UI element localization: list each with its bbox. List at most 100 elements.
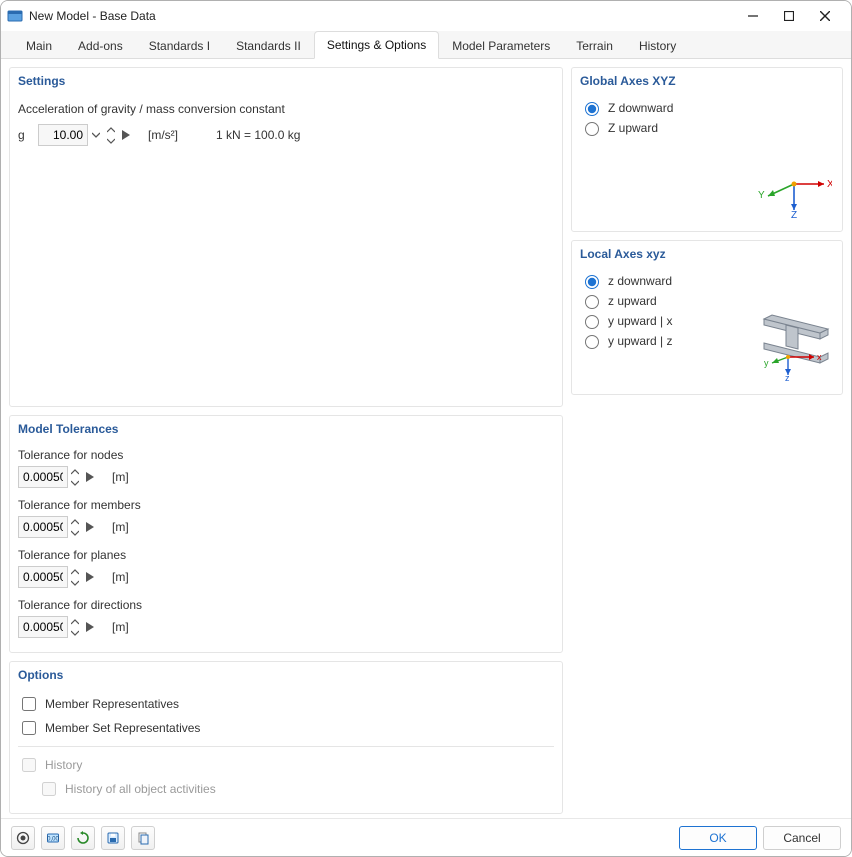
gravity-symbol: g [18,128,30,142]
panel-options-title: Options [10,662,562,686]
panel-global-axes-title: Global Axes XYZ [572,68,842,92]
tolerance-item: Tolerance for nodes [m] [18,448,554,488]
option-member-set-reps[interactable]: Member Set Representatives [18,718,554,738]
tolerance-spinner[interactable] [68,516,82,538]
tolerance-input-group [18,516,98,538]
separator [18,746,554,747]
radio-input-lz-downward[interactable] [585,275,599,289]
panel-settings-title: Settings [10,68,562,92]
option-history: History [18,755,554,775]
tolerance-input[interactable] [18,566,68,588]
option-member-reps[interactable]: Member Representatives [18,694,554,714]
maximize-button[interactable] [771,1,807,31]
window-title: New Model - Base Data [29,9,156,23]
option-history-all: History of all object activities [18,779,554,799]
panel-settings: Settings Acceleration of gravity / mass … [9,67,563,407]
tolerance-item: Tolerance for members [m] [18,498,554,538]
gravity-spinner[interactable] [104,124,118,146]
radio-lz-upward[interactable]: z upward [580,292,834,309]
save-default-button[interactable] [101,826,125,850]
panel-local-axes-title: Local Axes xyz [572,241,842,265]
copy-button[interactable] [131,826,155,850]
tolerance-input-group [18,466,98,488]
checkbox-history [22,758,36,772]
global-axes-icon: X Y Z [754,166,832,221]
play-icon[interactable] [82,516,98,538]
tolerance-unit: [m] [112,470,129,484]
tab-terrain[interactable]: Terrain [563,32,626,59]
radio-z-downward[interactable]: Z downward [580,99,834,116]
tolerance-unit: [m] [112,520,129,534]
radio-lz-downward[interactable]: z downward [580,272,834,289]
reset-button[interactable] [71,826,95,850]
tolerance-label: Tolerance for members [18,498,554,512]
tolerance-input-group [18,566,98,588]
checkbox-member-set-reps[interactable] [22,721,36,735]
play-icon[interactable] [82,566,98,588]
svg-text:Z: Z [791,210,797,218]
tab-history[interactable]: History [626,32,689,59]
tab-model-parameters[interactable]: Model Parameters [439,32,563,59]
ok-button[interactable]: OK [679,826,757,850]
panel-global-axes: Global Axes XYZ Z downward Z upward [571,67,843,232]
gravity-input[interactable] [38,124,88,146]
svg-text:Y: Y [758,190,765,201]
tolerance-unit: [m] [112,620,129,634]
cancel-button[interactable]: Cancel [763,826,841,850]
svg-text:X: X [827,179,832,190]
dialog-footer: 0,00 OK Cancel [1,818,851,856]
tolerance-label: Tolerance for directions [18,598,554,612]
tab-main[interactable]: Main [13,32,65,59]
tolerance-input-group [18,616,98,638]
tolerance-label: Tolerance for planes [18,548,554,562]
gravity-input-group [38,124,134,146]
tolerance-item: Tolerance for planes [m] [18,548,554,588]
tabs-row: Main Add-ons Standards I Standards II Se… [1,31,851,59]
gravity-label: Acceleration of gravity / mass conversio… [18,102,554,116]
svg-text:0,00: 0,00 [47,836,59,842]
tolerance-input[interactable] [18,616,68,638]
play-icon[interactable] [118,124,134,146]
radio-input-z-upward[interactable] [585,122,599,136]
gravity-unit: [m/s²] [148,128,178,142]
checkbox-member-reps[interactable] [22,697,36,711]
close-button[interactable] [807,1,843,31]
tolerance-label: Tolerance for nodes [18,448,554,462]
play-icon[interactable] [82,616,98,638]
radio-input-lz-upward[interactable] [585,295,599,309]
titlebar: New Model - Base Data [1,1,851,31]
dialog-body: Settings Acceleration of gravity / mass … [1,59,851,818]
svg-text:y: y [764,358,769,368]
tab-standards-ii[interactable]: Standards II [223,32,314,59]
checkbox-history-all [42,782,56,796]
tolerance-unit: [m] [112,570,129,584]
tab-standards-i[interactable]: Standards I [136,32,223,59]
panel-tolerances: Model Tolerances Tolerance for nodes [m]… [9,415,563,653]
tolerance-item: Tolerance for directions [m] [18,598,554,638]
svg-text:z: z [785,373,790,381]
radio-input-ly-upward-x[interactable] [585,315,599,329]
tab-settings-options[interactable]: Settings & Options [314,31,439,59]
radio-input-ly-upward-z[interactable] [585,335,599,349]
panel-tolerances-title: Model Tolerances [10,416,562,440]
minimize-button[interactable] [735,1,771,31]
units-button[interactable]: 0,00 [41,826,65,850]
tolerance-spinner[interactable] [68,616,82,638]
help-button[interactable] [11,826,35,850]
tab-add-ons[interactable]: Add-ons [65,32,136,59]
play-icon[interactable] [82,466,98,488]
tolerance-spinner[interactable] [68,466,82,488]
panel-local-axes: Local Axes xyz z downward z upward y upw… [571,240,843,395]
panel-options: Options Member Representatives Member Se… [9,661,563,814]
local-axes-icon: x y z [742,309,832,384]
dialog-window: New Model - Base Data Main Add-ons Stand… [0,0,852,857]
tolerance-spinner[interactable] [68,566,82,588]
tolerance-input[interactable] [18,466,68,488]
radio-input-z-downward[interactable] [585,102,599,116]
chevron-down-icon[interactable] [88,124,104,146]
app-icon [7,8,23,24]
svg-text:x: x [817,352,822,362]
radio-z-upward[interactable]: Z upward [580,119,834,136]
gravity-equation: 1 kN = 100.0 kg [216,128,300,142]
tolerance-input[interactable] [18,516,68,538]
